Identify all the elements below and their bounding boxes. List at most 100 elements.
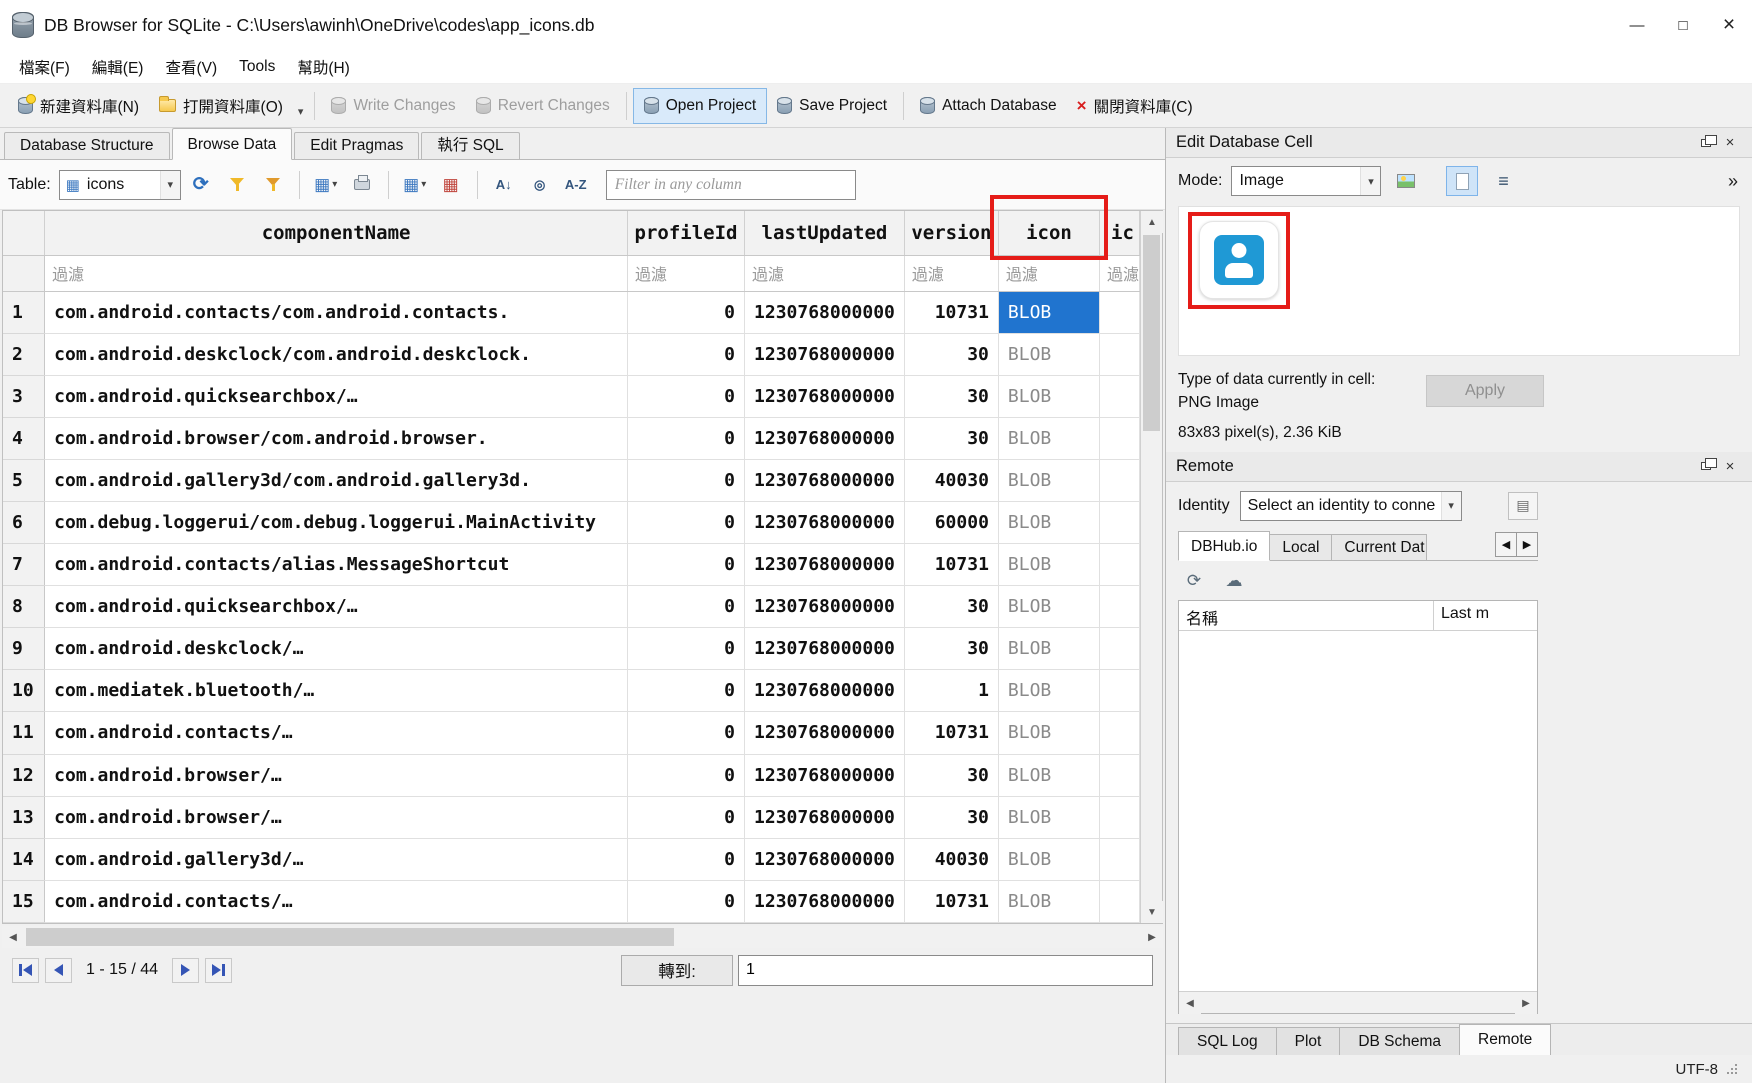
clear-filters-button[interactable] [221, 169, 253, 201]
cell-componentName[interactable]: com.android.quicksearchbox/… [45, 375, 628, 417]
col-header-lastUpdated[interactable]: lastUpdated [745, 211, 905, 255]
attach-database-button[interactable]: Attach Database [910, 88, 1067, 124]
cell-version[interactable]: 10731 [904, 712, 998, 754]
cell-icon-blob[interactable]: BLOB [998, 375, 1099, 417]
cell-clipped[interactable] [1099, 375, 1139, 417]
open-project-button[interactable]: Open Project [633, 88, 767, 124]
vertical-scroll-thumb[interactable] [1143, 235, 1160, 431]
close-panel-button[interactable]: × [1718, 455, 1742, 477]
cell-profileId[interactable]: 0 [628, 754, 745, 796]
tab-execute-sql[interactable]: 執行 SQL [421, 132, 519, 159]
cell-componentName[interactable]: com.android.gallery3d/… [45, 838, 628, 880]
row-number[interactable]: 14 [3, 838, 45, 880]
cell-profileId[interactable]: 0 [628, 459, 745, 501]
row-number[interactable]: 4 [3, 417, 45, 459]
table-row[interactable]: 13com.android.browser/…0123076800000030B… [3, 796, 1140, 838]
scroll-left-button[interactable]: ◀ [2, 926, 24, 948]
cell-version[interactable]: 30 [904, 628, 998, 670]
cell-componentName[interactable]: com.debug.loggerui/com.debug.loggerui.Ma… [45, 501, 628, 543]
cell-componentName[interactable]: com.android.deskclock/… [45, 628, 628, 670]
cell-clipped[interactable] [1099, 501, 1139, 543]
cell-componentName[interactable]: com.mediatek.bluetooth/… [45, 670, 628, 712]
cell-componentName[interactable]: com.android.gallery3d/com.android.galler… [45, 459, 628, 501]
cell-version[interactable]: 30 [904, 796, 998, 838]
cell-componentName[interactable]: com.android.deskclock/com.android.deskcl… [45, 333, 628, 375]
first-page-button[interactable] [12, 958, 39, 983]
tab-scroll-left-button[interactable]: ◀ [1495, 532, 1517, 557]
cell-lastUpdated[interactable]: 1230768000000 [745, 586, 905, 628]
row-number[interactable]: 3 [3, 375, 45, 417]
cell-componentName[interactable]: com.android.browser/… [45, 754, 628, 796]
table-row[interactable]: 8com.android.quicksearchbox/…01230768000… [3, 586, 1140, 628]
col-header-version[interactable]: version [904, 211, 998, 255]
cell-icon-blob[interactable]: BLOB [998, 880, 1099, 922]
cell-icon-blob[interactable]: BLOB [998, 628, 1099, 670]
filter-componentName[interactable]: 過濾 [45, 255, 628, 291]
encoding-button[interactable]: ◎ [524, 169, 556, 201]
row-number[interactable]: 2 [3, 333, 45, 375]
open-database-button[interactable]: 打開資料庫(O) [149, 88, 293, 124]
cell-lastUpdated[interactable]: 1230768000000 [745, 670, 905, 712]
cell-profileId[interactable]: 0 [628, 417, 745, 459]
cell-profileId[interactable]: 0 [628, 333, 745, 375]
cell-lastUpdated[interactable]: 1230768000000 [745, 417, 905, 459]
row-number[interactable]: 15 [3, 880, 45, 922]
save-project-button[interactable]: Save Project [767, 88, 897, 124]
remote-scroll-track[interactable] [1201, 992, 1515, 1013]
table-row[interactable]: 7com.android.contacts/alias.MessageShort… [3, 544, 1140, 586]
menu-view[interactable]: 查看(V) [154, 50, 228, 83]
cell-componentName[interactable]: com.android.contacts/… [45, 880, 628, 922]
cell-clipped[interactable] [1099, 291, 1139, 333]
cell-componentName[interactable]: com.android.browser/… [45, 796, 628, 838]
resize-grip[interactable] [1726, 1063, 1738, 1075]
scroll-left-button[interactable]: ◀ [1179, 992, 1201, 1014]
maximize-button[interactable]: □ [1660, 0, 1706, 50]
cell-version[interactable]: 1 [904, 670, 998, 712]
cell-componentName[interactable]: com.android.contacts/… [45, 712, 628, 754]
cell-version[interactable]: 30 [904, 333, 998, 375]
cell-icon-blob[interactable]: BLOB [998, 501, 1099, 543]
cell-clipped[interactable] [1099, 417, 1139, 459]
row-number[interactable]: 11 [3, 712, 45, 754]
cell-lastUpdated[interactable]: 1230768000000 [745, 628, 905, 670]
cell-icon-blob[interactable]: BLOB [998, 754, 1099, 796]
menu-file[interactable]: 檔案(F) [8, 50, 81, 83]
col-header-icon[interactable]: icon [998, 211, 1099, 255]
close-button[interactable]: × [1706, 0, 1752, 50]
cell-profileId[interactable]: 0 [628, 880, 745, 922]
cell-icon-blob[interactable]: BLOB [998, 712, 1099, 754]
col-header-name[interactable]: 名稱 [1179, 601, 1434, 630]
overflow-button[interactable]: » [1728, 171, 1738, 192]
table-row[interactable]: 9com.android.deskclock/…0123076800000030… [3, 628, 1140, 670]
filter-lastUpdated[interactable]: 過濾 [745, 255, 905, 291]
insert-record-button[interactable]: ▦ ▾ [399, 169, 431, 201]
identity-certificate-button[interactable]: ▤ [1508, 492, 1538, 520]
cell-clipped[interactable] [1099, 459, 1139, 501]
menu-tools[interactable]: Tools [228, 50, 286, 83]
scroll-down-button[interactable]: ▼ [1141, 901, 1163, 923]
goto-button[interactable]: 轉到: [621, 955, 733, 986]
sort-asc-button[interactable]: A↓ [488, 169, 520, 201]
cell-lastUpdated[interactable]: 1230768000000 [745, 880, 905, 922]
cell-version[interactable]: 40030 [904, 459, 998, 501]
refresh-button[interactable]: ⟳ [185, 169, 217, 201]
next-page-button[interactable] [172, 958, 199, 983]
corner-header[interactable] [3, 211, 45, 255]
cell-lastUpdated[interactable]: 1230768000000 [745, 375, 905, 417]
cell-icon-blob[interactable]: BLOB [998, 291, 1099, 333]
cell-clipped[interactable] [1099, 754, 1139, 796]
cell-profileId[interactable]: 0 [628, 712, 745, 754]
image-mode-button[interactable] [1446, 166, 1478, 196]
table-row[interactable]: 10com.mediatek.bluetooth/…01230768000000… [3, 670, 1140, 712]
cell-lastUpdated[interactable]: 1230768000000 [745, 291, 905, 333]
cell-profileId[interactable]: 0 [628, 628, 745, 670]
conditional-formats-button[interactable] [257, 169, 289, 201]
col-header-componentName[interactable]: componentName [45, 211, 628, 255]
vertical-scrollbar[interactable]: ▲ ▼ [1140, 211, 1162, 923]
cell-profileId[interactable]: 0 [628, 838, 745, 880]
col-header-clipped[interactable]: ic [1099, 211, 1139, 255]
cell-icon-blob[interactable]: BLOB [998, 417, 1099, 459]
remote-clone-button[interactable]: ☁ [1220, 568, 1248, 594]
close-database-button[interactable]: × 關閉資料庫(C) [1067, 88, 1203, 124]
cell-lastUpdated[interactable]: 1230768000000 [745, 838, 905, 880]
